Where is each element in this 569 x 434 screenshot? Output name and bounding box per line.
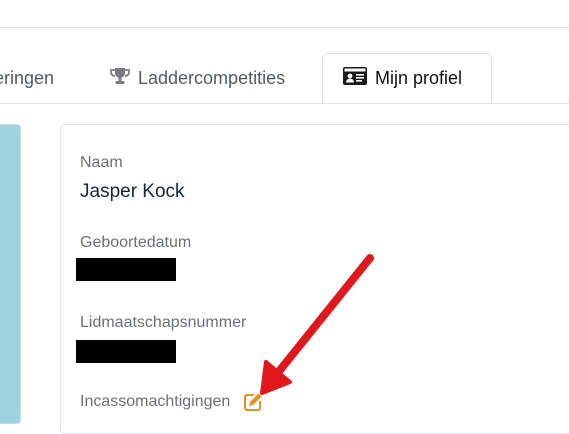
tab-laddercompetities[interactable]: Laddercompetities: [110, 54, 285, 103]
annotation-arrow: [260, 254, 374, 395]
direct-debit-label: Incassomachtigingen: [80, 393, 231, 410]
birthdate-redacted: [76, 258, 176, 281]
top-divider: [0, 27, 569, 28]
profile-photo-card: [0, 124, 21, 424]
tabs-border: [0, 103, 569, 104]
tab-label: Laddercompetities: [138, 68, 286, 88]
membership-number-label: Lidmaatschapsnummer: [80, 314, 247, 331]
tab-label: Mijn profiel: [375, 68, 463, 88]
tab-label: eringen: [0, 68, 55, 88]
tab-partial[interactable]: eringen: [0, 54, 54, 103]
birthdate-label: Geboortedatum: [80, 234, 192, 251]
tab-mijn-profiel[interactable]: Mijn profiel: [322, 53, 492, 103]
name-label: Naam: [80, 154, 123, 171]
name-value: Jasper Kock: [80, 181, 185, 202]
trophy-icon: [110, 67, 130, 90]
id-card-icon: [343, 67, 367, 90]
membership-number-redacted: [76, 340, 176, 363]
